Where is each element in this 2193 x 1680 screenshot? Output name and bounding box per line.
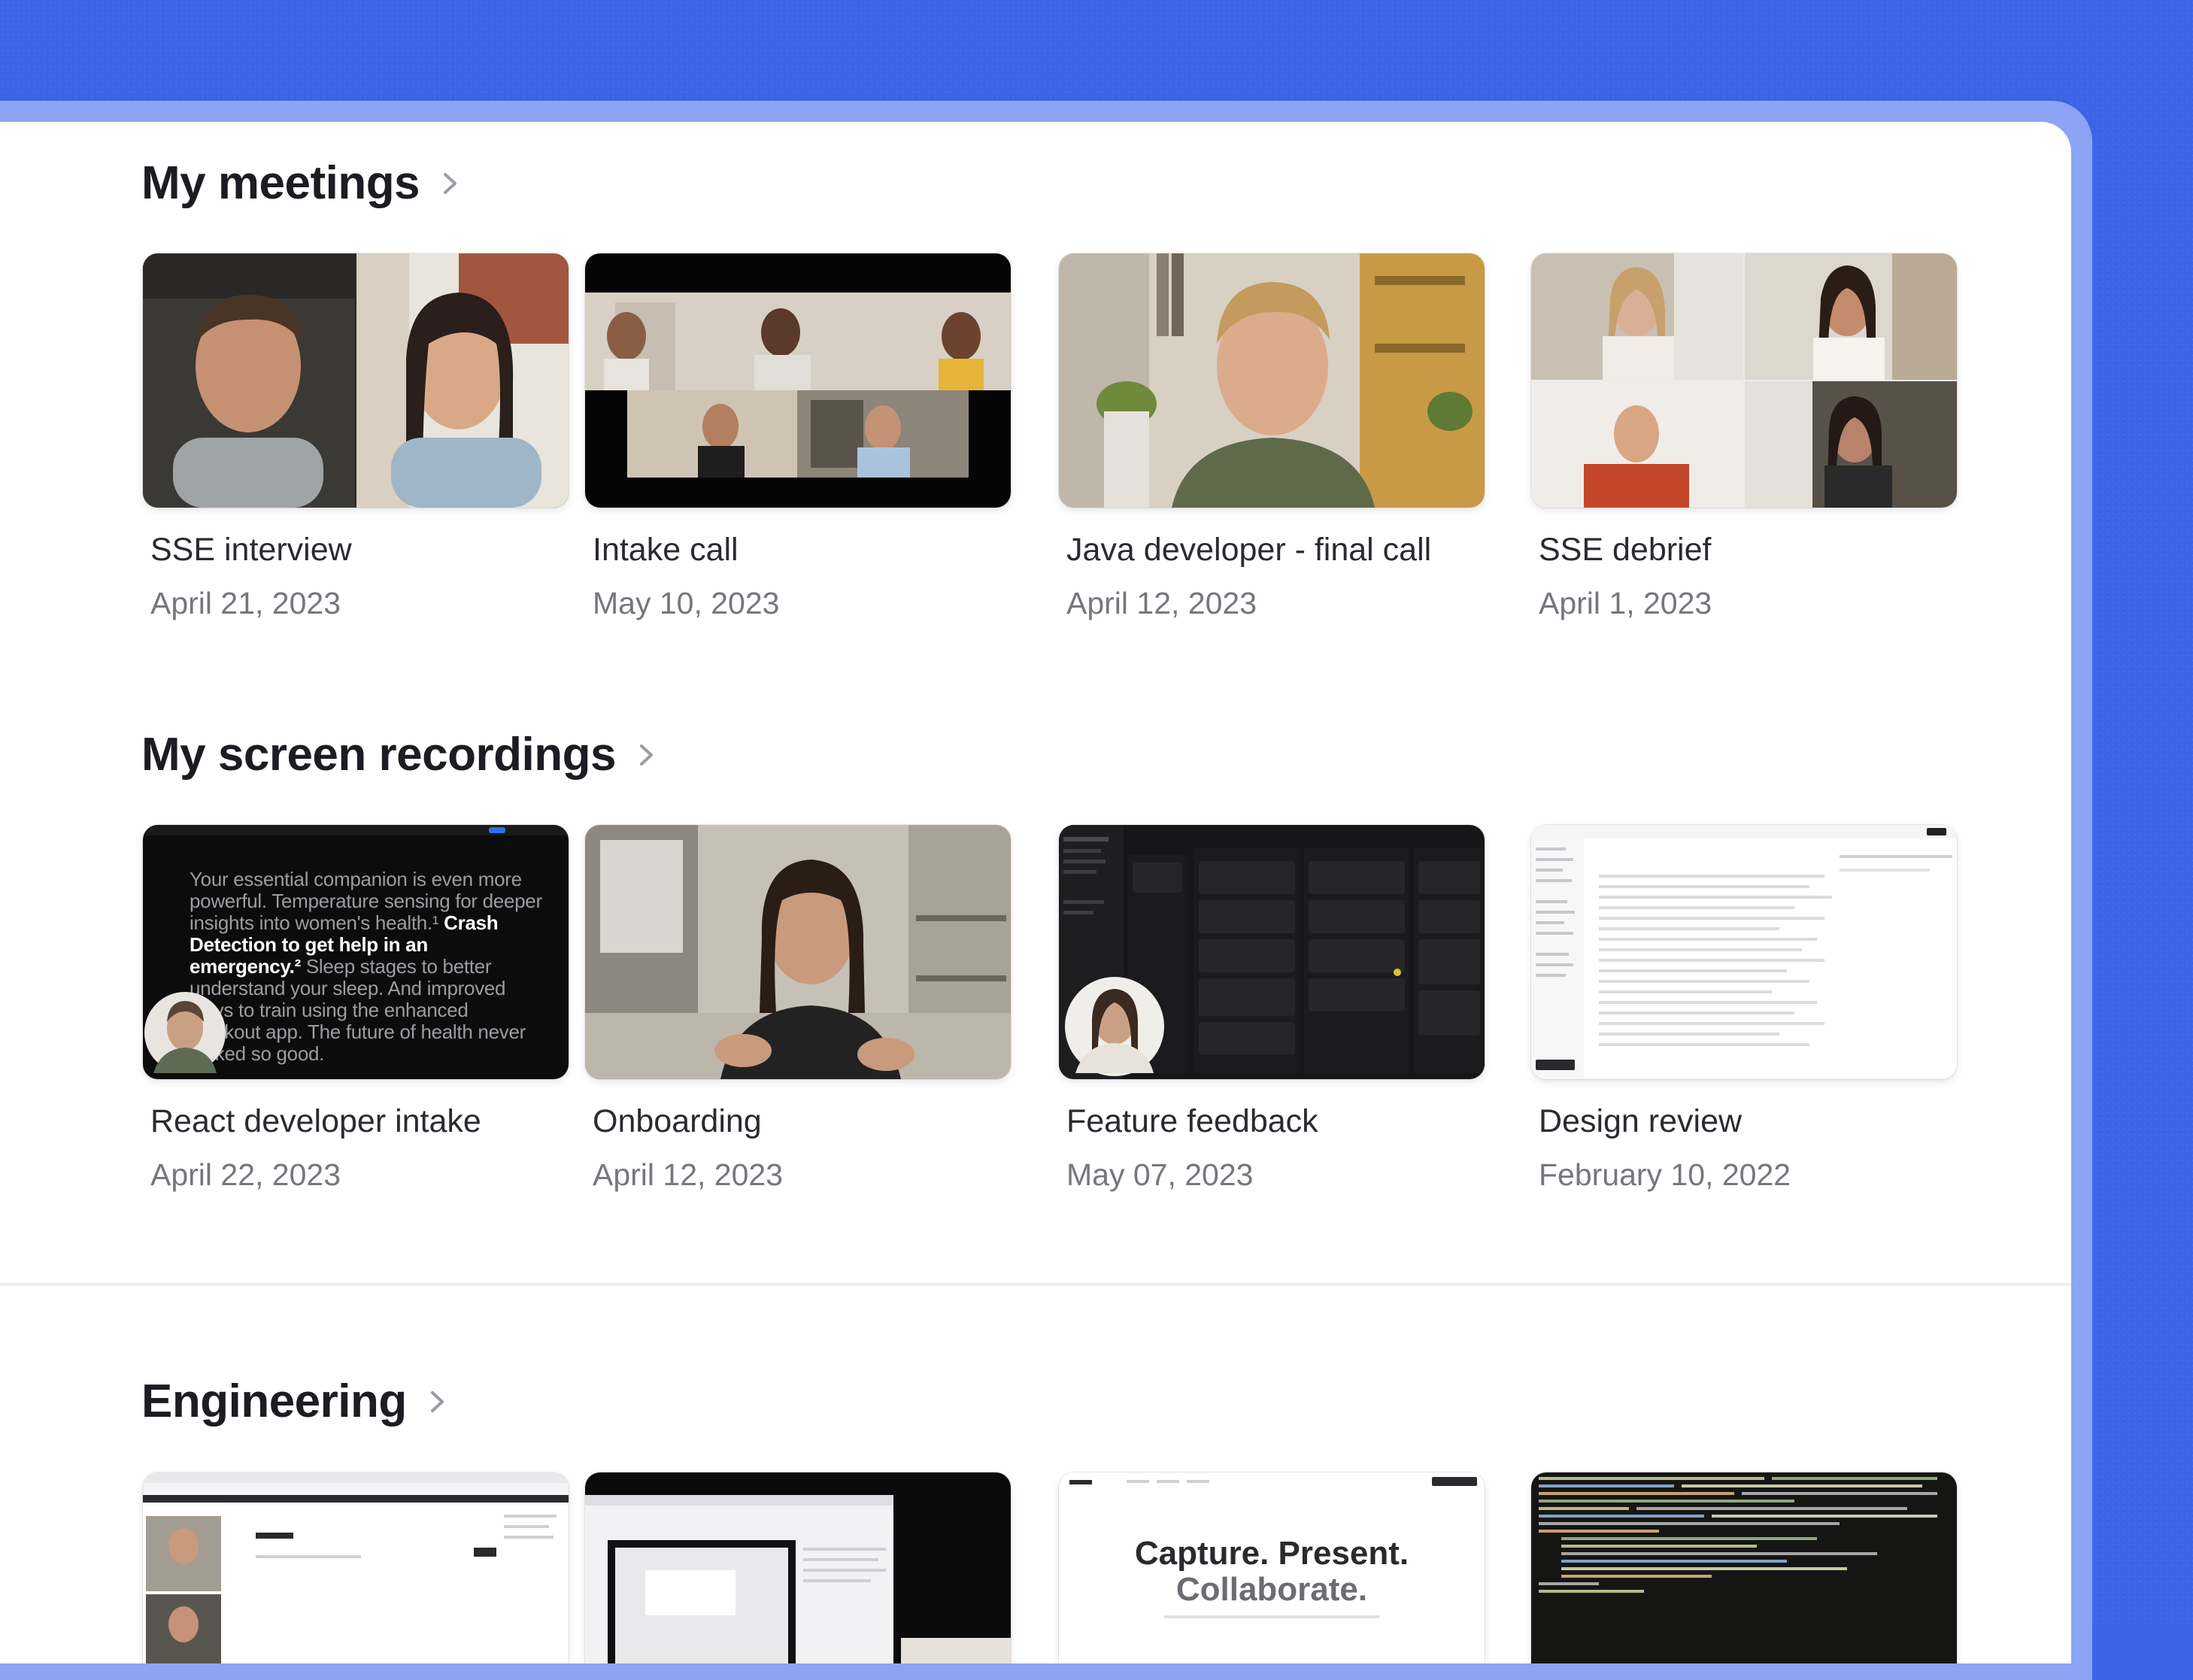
video-thumbnail[interactable] — [585, 1472, 1011, 1663]
chevron-right-icon[interactable] — [441, 171, 460, 196]
section-header[interactable]: My screen recordings — [141, 728, 657, 781]
video-thumbnail[interactable] — [585, 253, 1011, 508]
video-card[interactable] — [143, 1472, 570, 1663]
video-card[interactable]: Java developer - final call April 12, 20… — [1059, 253, 1486, 620]
card-date: April 21, 2023 — [150, 586, 341, 620]
video-thumbnail[interactable] — [143, 1472, 569, 1663]
video-thumbnail[interactable] — [585, 825, 1011, 1079]
card-date: April 12, 2023 — [1066, 586, 1257, 620]
section-header[interactable]: My meetings — [141, 156, 460, 210]
video-thumbnail[interactable] — [1059, 825, 1485, 1079]
section-title[interactable]: Engineering — [141, 1375, 407, 1428]
card-title[interactable]: Onboarding — [593, 1103, 762, 1140]
video-card[interactable]: Onboarding April 12, 2023 — [585, 825, 1012, 1192]
chevron-right-icon[interactable] — [428, 1389, 447, 1415]
video-card[interactable]: Intake call May 10, 2023 — [585, 253, 1012, 620]
thumbnail-headline: Capture. Present. Collaborate. — [1134, 1535, 1409, 1608]
video-card[interactable]: SSE debrief April 1, 2023 — [1531, 253, 1958, 620]
video-thumbnail[interactable] — [1531, 825, 1957, 1079]
video-thumbnail[interactable]: Your essential companion is even more po… — [143, 825, 569, 1079]
video-card[interactable] — [1531, 1472, 1958, 1663]
video-thumbnail[interactable] — [1059, 253, 1485, 508]
card-date: April 1, 2023 — [1539, 586, 1712, 620]
card-title[interactable]: Feature feedback — [1066, 1103, 1318, 1140]
card-title[interactable]: React developer intake — [150, 1103, 481, 1140]
video-card[interactable]: Feature feedback May 07, 2023 — [1059, 825, 1486, 1192]
card-date: February 10, 2022 — [1539, 1157, 1791, 1192]
video-card[interactable]: Your essential companion is even more po… — [143, 825, 570, 1192]
card-date: May 07, 2023 — [1066, 1157, 1254, 1192]
card-date: April 22, 2023 — [150, 1157, 341, 1192]
card-title[interactable]: Design review — [1539, 1103, 1742, 1140]
video-thumbnail[interactable] — [143, 253, 569, 508]
library-panel: My meetings SSE interview April 21, 2023… — [0, 122, 2071, 1663]
card-title[interactable]: SSE interview — [150, 532, 352, 569]
section-title[interactable]: My screen recordings — [141, 728, 616, 781]
video-card[interactable]: Design review February 10, 2022 — [1531, 825, 1958, 1192]
video-card[interactable] — [585, 1472, 1012, 1663]
card-title[interactable]: Java developer - final call — [1066, 532, 1431, 569]
video-card[interactable]: Capture. Present. Collaborate. — [1059, 1472, 1486, 1663]
video-thumbnail[interactable]: Capture. Present. Collaborate. — [1059, 1472, 1485, 1663]
card-title[interactable]: SSE debrief — [1539, 532, 1711, 569]
video-thumbnail[interactable] — [1531, 253, 1957, 508]
section-header[interactable]: Engineering — [141, 1375, 447, 1428]
section-divider — [0, 1283, 2071, 1286]
chevron-right-icon[interactable] — [637, 742, 657, 768]
card-date: April 12, 2023 — [593, 1157, 784, 1192]
video-card[interactable]: SSE interview April 21, 2023 — [143, 253, 570, 620]
section-title[interactable]: My meetings — [141, 156, 420, 210]
card-date: May 10, 2023 — [593, 586, 780, 620]
video-thumbnail[interactable] — [1531, 1472, 1957, 1663]
card-title[interactable]: Intake call — [593, 532, 739, 569]
